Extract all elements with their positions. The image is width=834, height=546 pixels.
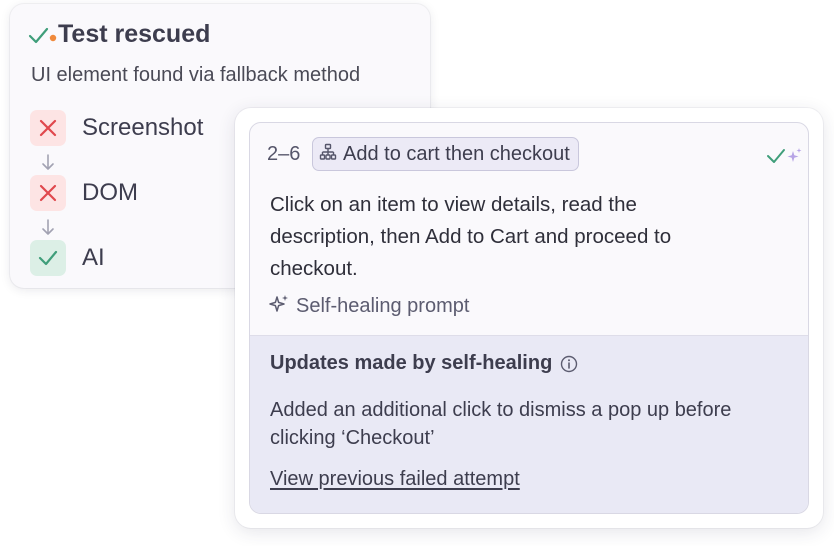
rescue-title: Test rescued (58, 20, 211, 48)
x-icon (30, 110, 66, 146)
self-healing-prompt-text: Self-healing prompt (296, 295, 470, 317)
step-detail-panel: 2–6 Add to cart then checkout Click on a… (249, 122, 809, 514)
updates-title-row: Updates made by self-healing (270, 352, 578, 375)
updates-description: Added an additional click to dismiss a p… (270, 399, 732, 449)
group-tag-label: Add to cart then checkout (343, 142, 570, 165)
check-dot-icon (28, 23, 57, 47)
group-tag[interactable]: Add to cart then checkout (312, 137, 579, 171)
step-label: AI (82, 244, 105, 271)
step-label: DOM (82, 179, 138, 206)
sitemap-icon (319, 143, 337, 166)
step-ai: AI (30, 240, 105, 276)
arrow-down-icon (40, 217, 56, 239)
info-icon[interactable] (560, 355, 578, 373)
step-screenshot: Screenshot (30, 110, 203, 146)
rescue-title-row: Test rescued (28, 20, 210, 49)
step-range: 2–6 (267, 143, 301, 165)
updates-title: Updates made by self-healing (270, 352, 553, 374)
sparkle-icon (268, 293, 290, 320)
arrow-down-icon (40, 152, 56, 174)
check-icon (30, 240, 66, 276)
step-prompt: Click on an item to view details, read t… (270, 193, 672, 280)
rescue-subtitle: UI element found via fallback method (31, 64, 361, 86)
step-dom: DOM (30, 175, 138, 211)
self-healing-updates: Updates made by self-healing Added an ad… (250, 335, 808, 513)
step-detail-card: 2–6 Add to cart then checkout Click on a… (235, 108, 823, 528)
step-label: Screenshot (82, 114, 204, 141)
check-sparkle-icon (766, 145, 802, 167)
x-icon (30, 175, 66, 211)
view-failed-attempt-link[interactable]: View previous failed attempt (270, 468, 520, 491)
self-healing-prompt-label: Self-healing prompt (268, 293, 469, 320)
